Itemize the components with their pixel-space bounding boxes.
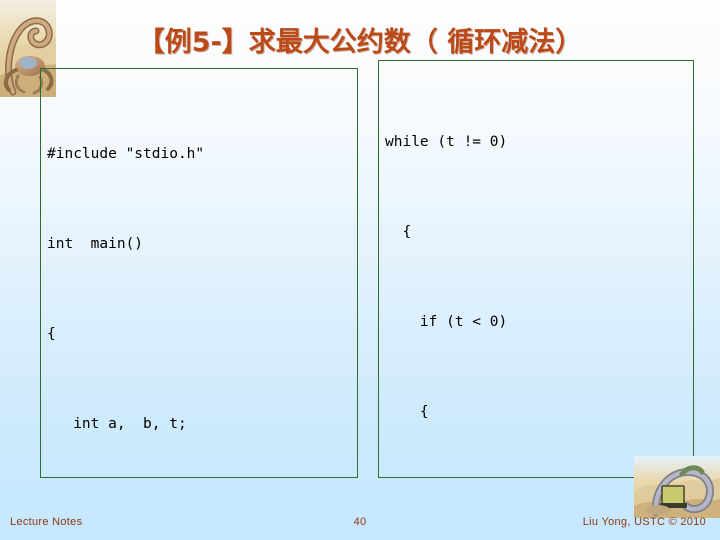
footer-right-label: Liu Yong, USTC © 2010: [582, 516, 706, 528]
code-line: int a, b, t;: [47, 416, 187, 432]
code-line: int main(): [47, 236, 144, 252]
code-line: {: [385, 404, 429, 420]
code-line: if (t < 0): [385, 314, 508, 330]
code-line: while (t != 0): [385, 134, 508, 150]
code-line: {: [47, 326, 56, 342]
code-line: {: [385, 224, 412, 240]
slide-canvas: 【例5-】求最大公约数（ 循环减法） #include "stdio.h" in…: [0, 0, 720, 540]
page-title: 【例5-】求最大公约数（ 循环减法）: [137, 27, 583, 58]
code-line: #include "stdio.h": [47, 146, 205, 162]
code-block-right: while (t != 0) { if (t < 0) { t = -t;b =…: [378, 60, 694, 478]
scorpion-illustration-icon: [634, 456, 720, 518]
code-block-left: #include "stdio.h" int main() { int a, b…: [40, 68, 358, 478]
